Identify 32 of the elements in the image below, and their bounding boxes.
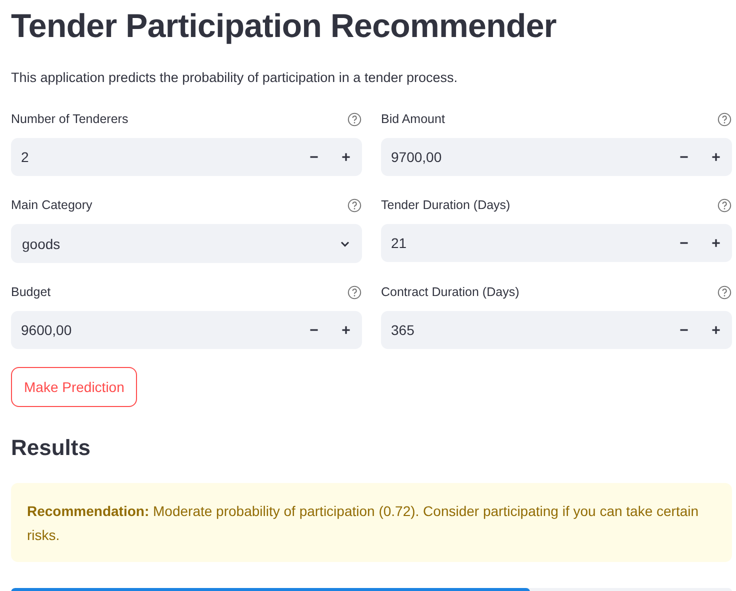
- section-heading: Results: [11, 434, 92, 462]
- help-icon[interactable]: [717, 198, 732, 212]
- decrement-button[interactable]: −: [668, 224, 700, 262]
- number-input[interactable]: 9700,00: [381, 138, 668, 176]
- number-input[interactable]: 2: [11, 138, 298, 176]
- field-label: Bid Amount: [381, 112, 445, 126]
- help-icon[interactable]: [717, 284, 732, 300]
- help-icon[interactable]: [347, 198, 362, 212]
- increment-button[interactable]: +: [700, 138, 732, 176]
- field-label: Budget: [11, 285, 51, 299]
- decrement-button[interactable]: −: [668, 311, 700, 349]
- decrement-button[interactable]: −: [298, 138, 330, 176]
- decrement-button[interactable]: −: [668, 138, 700, 176]
- help-icon[interactable]: [347, 112, 362, 126]
- field-label: Tender Duration (Days): [381, 198, 510, 212]
- description: This application predicts the probability of participation in a tender process.: [11, 70, 458, 86]
- recommendation-text: Recommendation: Moderate probability of participation (0.72). Consider participating if you can take certain risks.: [27, 502, 700, 544]
- field-label: Number of Tenderers: [11, 112, 128, 126]
- increment-button[interactable]: +: [330, 311, 362, 349]
- category-dropdown[interactable]: goods: [11, 224, 362, 263]
- increment-button[interactable]: +: [330, 138, 362, 176]
- increment-button[interactable]: +: [700, 311, 732, 349]
- number-input[interactable]: 365: [381, 311, 668, 349]
- help-icon[interactable]: [347, 284, 362, 300]
- number-input[interactable]: 21: [381, 224, 668, 262]
- page-title: Tender Participation Recommender: [11, 6, 558, 46]
- number-input[interactable]: 9600,00: [11, 311, 298, 349]
- increment-button[interactable]: +: [700, 224, 732, 262]
- decrement-button[interactable]: −: [298, 311, 330, 349]
- field-label: Contract Duration (Days): [381, 285, 520, 299]
- field-label: Main Category: [11, 198, 92, 212]
- help-icon[interactable]: [717, 112, 732, 126]
